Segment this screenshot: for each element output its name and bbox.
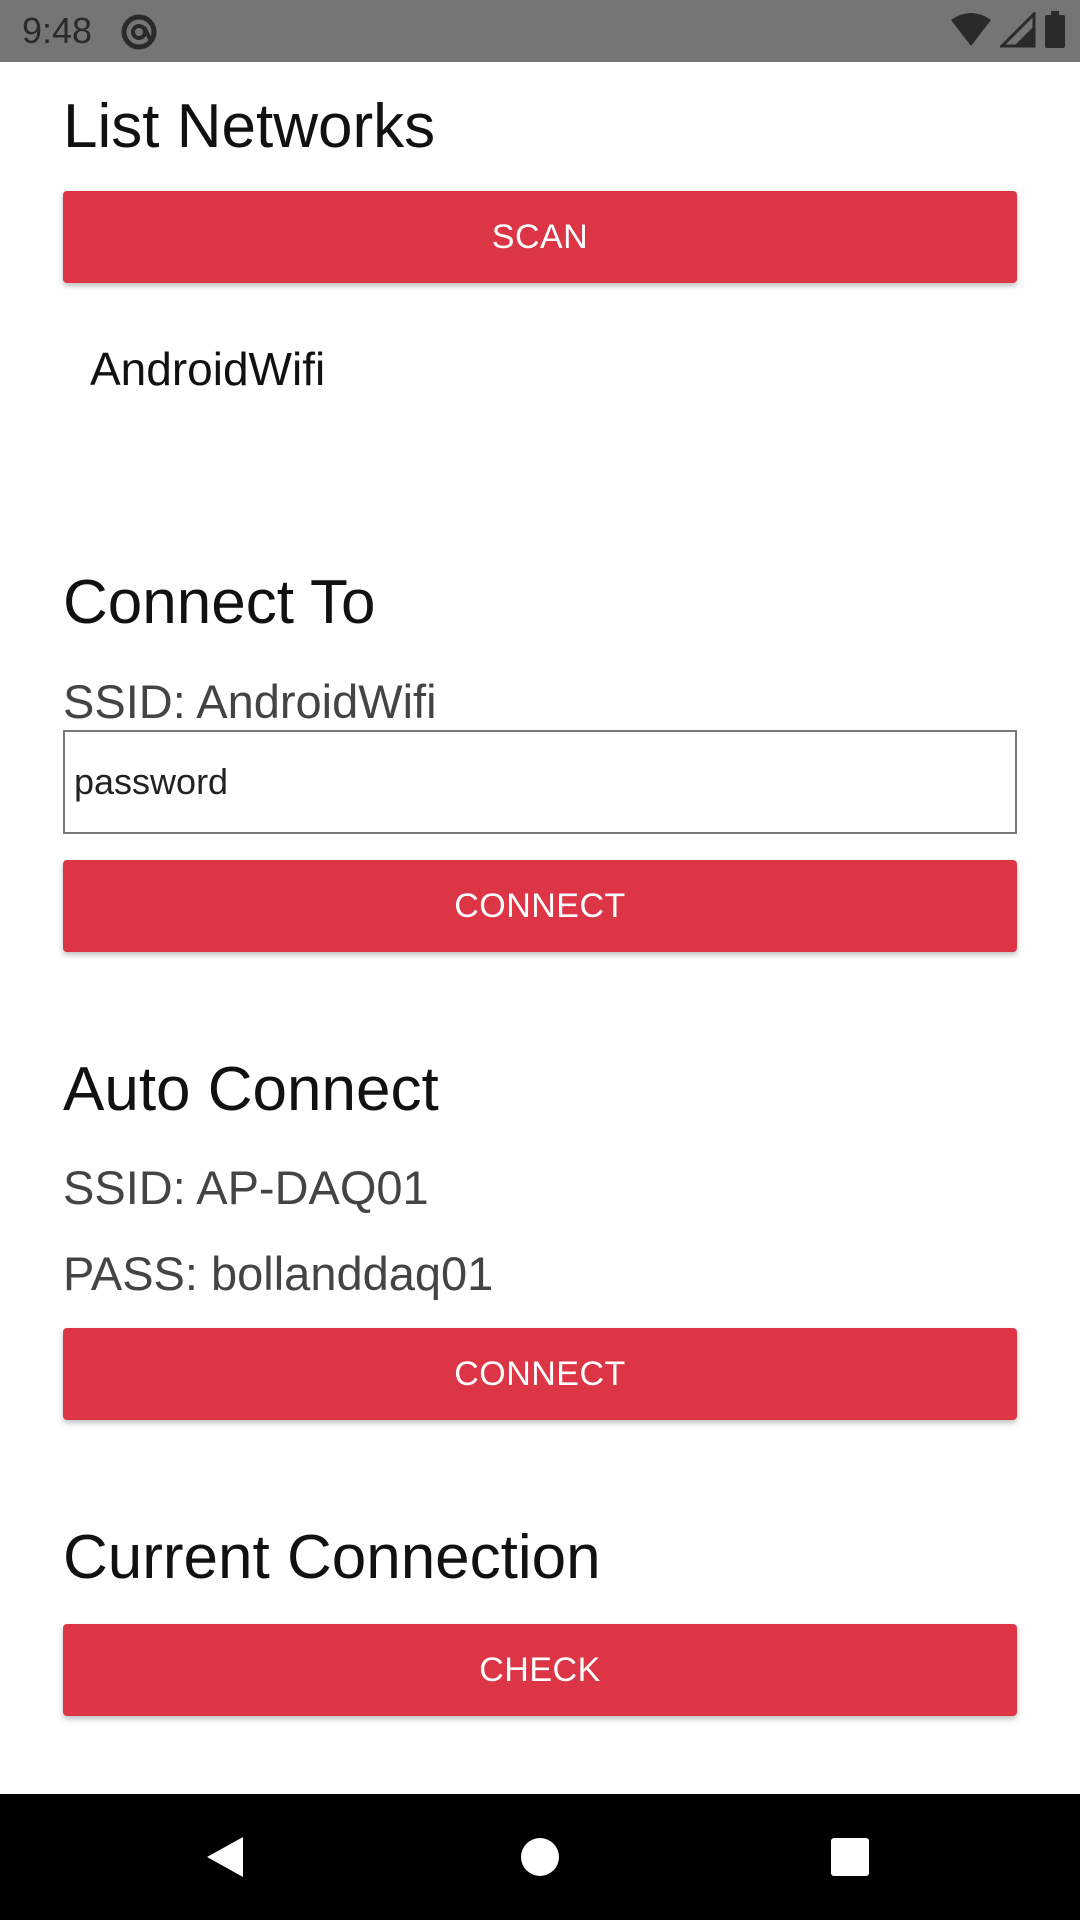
- connect-to-title: Connect To: [63, 568, 376, 637]
- password-field[interactable]: [63, 730, 1017, 834]
- cellular-signal-icon: [998, 9, 1036, 53]
- wifi-icon: [950, 12, 992, 53]
- back-icon[interactable]: [145, 1794, 305, 1920]
- auto-connect-ssid: SSID: AP-DAQ01: [63, 1161, 429, 1214]
- navigation-bar: [0, 1794, 1080, 1920]
- status-bar: 9:48: [0, 0, 1080, 62]
- app-notification-icon: [120, 13, 158, 51]
- battery-icon: [1044, 10, 1066, 54]
- list-networks-title: List Networks: [63, 92, 436, 161]
- auto-connect-title: Auto Connect: [63, 1055, 439, 1124]
- check-button[interactable]: CHECK: [63, 1624, 1017, 1716]
- screen: 9:48 List Networks SCAN AndroidWifi Conn…: [0, 0, 1080, 1920]
- auto-connect-pass: PASS: bollanddaq01: [63, 1247, 494, 1300]
- connect-button[interactable]: CONNECT: [63, 860, 1017, 952]
- current-connection-title: Current Connection: [63, 1523, 601, 1592]
- recents-icon[interactable]: [770, 1794, 930, 1920]
- network-list-item[interactable]: AndroidWifi: [90, 342, 325, 396]
- scan-button[interactable]: SCAN: [63, 191, 1017, 283]
- status-time: 9:48: [22, 10, 93, 51]
- main-content: List Networks SCAN AndroidWifi Connect T…: [0, 62, 1080, 1794]
- auto-connect-button[interactable]: CONNECT: [63, 1328, 1017, 1420]
- home-icon[interactable]: [460, 1794, 620, 1920]
- status-icons: [950, 9, 1066, 54]
- connect-to-ssid: SSID: AndroidWifi: [63, 675, 437, 728]
